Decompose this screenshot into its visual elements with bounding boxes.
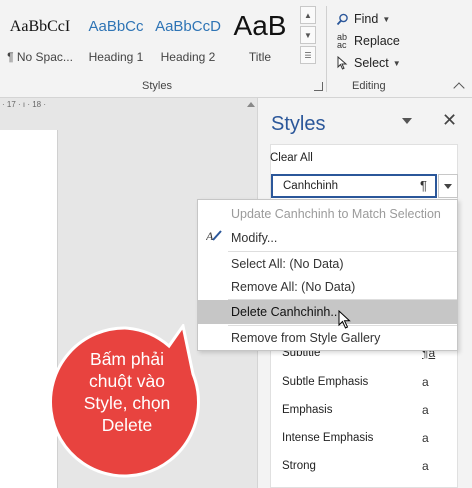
style-context-menu: Update Canhchinh to Match Selection A Mo… (197, 199, 458, 351)
pane-options-icon[interactable] (402, 118, 412, 124)
style-name: Heading 2 (160, 50, 216, 64)
replace-button[interactable]: ab ac Replace (334, 30, 424, 52)
clear-all-item[interactable]: Clear All (270, 152, 313, 164)
style-preview: AaB (233, 10, 287, 41)
chevron-down-icon: ▼ (382, 14, 391, 24)
character-style-icon: a (422, 375, 429, 389)
chevron-down-icon (444, 183, 452, 189)
menu-item-update[interactable]: Update Canhchinh to Match Selection (198, 202, 457, 226)
modify-icon: A (204, 226, 224, 250)
callout-line: Style, chọn (83, 393, 171, 413)
group-divider (326, 6, 327, 92)
select-label: Select (354, 56, 389, 70)
menu-item-select-all[interactable]: Select All: (No Data) (198, 252, 457, 276)
style-tile-heading-2[interactable]: AaBbCcD Heading 2 (152, 4, 224, 68)
style-dropdown-button[interactable] (438, 174, 458, 198)
menu-item-modify[interactable]: A Modify... (198, 226, 457, 250)
style-item-intense-emphasis[interactable]: Intense Emphasis a (282, 427, 432, 449)
editing-group: Find ▼ ab ac Replace Select ▼ (334, 8, 424, 74)
styles-gallery: AaBbCcI ¶ No Spac... AaBbCc Heading 1 Aa… (0, 4, 300, 68)
chevron-down-icon: ▼ (392, 58, 401, 68)
find-button[interactable]: Find ▼ (334, 8, 424, 30)
replace-label: Replace (354, 34, 400, 48)
mouse-pointer-icon (338, 310, 351, 329)
style-item-label: Strong (282, 460, 316, 472)
style-name: Title (248, 50, 272, 64)
close-icon[interactable]: ✕ (442, 110, 457, 131)
gallery-more-button[interactable]: ☰ (300, 46, 316, 64)
character-style-icon: a (422, 459, 429, 473)
style-item-label: Subtle Emphasis (282, 376, 369, 388)
replace-icon: ab ac (336, 32, 347, 50)
style-tile-no-spacing[interactable]: AaBbCcI ¶ No Spac... (0, 4, 80, 68)
find-label: Find (354, 12, 379, 26)
style-tile-title[interactable]: AaB Title (224, 4, 296, 68)
style-preview: AaBbCc (88, 18, 144, 35)
search-icon (334, 11, 350, 27)
style-item-subtle-emphasis[interactable]: Subtle Emphasis a (282, 371, 432, 393)
style-name: ¶ No Spac... (7, 50, 73, 64)
pane-title: Styles (271, 113, 326, 135)
select-button[interactable]: Select ▼ (334, 52, 424, 74)
gallery-down-button[interactable]: ▼ (300, 26, 316, 44)
selected-style-label: Canhchinh (283, 180, 338, 192)
gallery-up-button[interactable]: ▲ (300, 6, 316, 24)
callout-line: Bấm phải (90, 349, 164, 369)
scroll-up-icon[interactable] (247, 102, 255, 107)
gallery-scroll: ▲ ▼ ☰ (300, 6, 318, 66)
style-preview: AaBbCcI (9, 18, 71, 35)
character-style-icon: a (422, 403, 429, 417)
svg-text:A: A (206, 229, 214, 242)
collapse-ribbon-icon[interactable] (453, 82, 465, 94)
callout-line: chuột vào (89, 371, 165, 391)
styles-group-label: Styles (142, 80, 172, 92)
callout-line: Delete (101, 415, 153, 435)
styles-dialog-launcher-icon[interactable] (314, 82, 323, 91)
style-name: Heading 1 (88, 50, 144, 64)
paragraph-mark-icon: ¶ (420, 178, 427, 193)
selected-style-item[interactable]: Canhchinh ¶ (271, 174, 437, 198)
menu-item-remove-from-gallery[interactable]: Remove from Style Gallery (198, 326, 457, 350)
cursor-icon (334, 55, 350, 71)
editing-group-label: Editing (352, 80, 386, 92)
callout-text: Bấm phải chuột vào Style, chọn Delete (58, 348, 196, 436)
menu-item-label: Modify... (231, 231, 278, 245)
style-item-strong[interactable]: Strong a (282, 455, 432, 477)
style-item-emphasis[interactable]: Emphasis a (282, 399, 432, 421)
menu-item-delete[interactable]: Delete Canhchinh... (198, 300, 457, 324)
character-style-icon: a (422, 431, 429, 445)
style-item-label: Intense Emphasis (282, 432, 374, 444)
ribbon: AaBbCcI ¶ No Spac... AaBbCc Heading 1 Aa… (0, 0, 472, 98)
ruler: · 17 · ı · 18 · (2, 100, 47, 109)
style-preview: AaBbCcD (155, 18, 221, 35)
style-item-label: Emphasis (282, 404, 333, 416)
menu-item-remove-all[interactable]: Remove All: (No Data) (198, 275, 457, 299)
style-tile-heading-1[interactable]: AaBbCc Heading 1 (80, 4, 152, 68)
